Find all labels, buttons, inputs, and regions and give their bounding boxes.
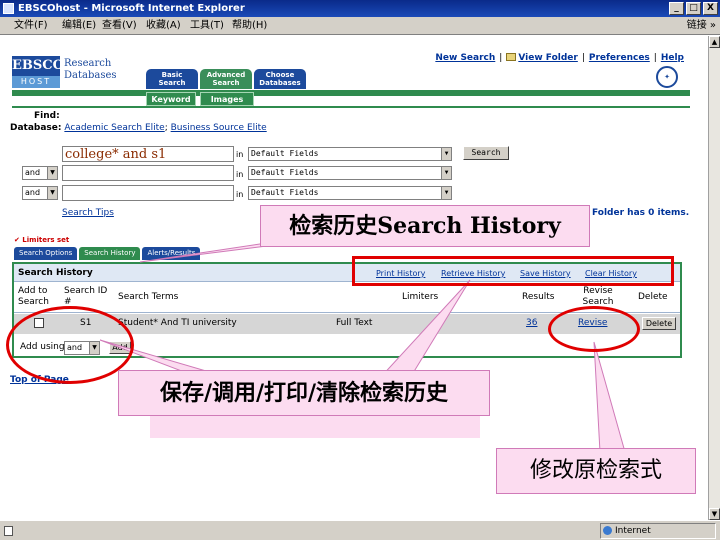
header-divider <box>12 106 690 108</box>
search-button[interactable]: Search <box>463 146 509 160</box>
logo-line-2: Databases <box>64 70 117 81</box>
sub-tabs: Keyword Images <box>146 92 708 106</box>
links-toolbar-button[interactable]: 链接 » <box>687 17 716 35</box>
field-select-3[interactable]: Default Fields ▼ <box>248 186 452 200</box>
tab-search-history[interactable]: Search History <box>79 247 141 260</box>
bool-select-2[interactable]: and ▼ <box>22 166 58 180</box>
logo-ebsco-text: EBSCO <box>12 56 64 76</box>
database-label: Database: <box>10 123 62 133</box>
database-link-academic[interactable]: Academic Search Elite <box>64 123 164 133</box>
find-label: Find: <box>34 111 60 121</box>
in-label-1: in <box>236 150 244 159</box>
ie-icon <box>3 3 14 14</box>
top-nav-links: New Search | View Folder | Preferences | Help <box>435 53 684 63</box>
menu-favorites[interactable]: 收藏(A) <box>146 17 181 35</box>
results-link[interactable]: 36 <box>526 318 537 328</box>
delete-button[interactable]: Delete <box>642 317 676 330</box>
window-controls: _ □ X <box>669 2 718 15</box>
revise-highlight <box>548 306 640 352</box>
menu-bar: 文件(F) 编辑(E) 查看(V) 收藏(A) 工具(T) 帮助(H) 链接 » <box>0 17 720 35</box>
globe-icon <box>603 526 612 535</box>
window-titlebar: EBSCOhost - Microsoft Internet Explorer … <box>0 0 720 17</box>
institution-seal-icon: ✦ <box>656 66 678 88</box>
tab-search-options[interactable]: Search Options <box>14 247 78 260</box>
chevron-down-icon: ▼ <box>47 187 57 199</box>
menu-view[interactable]: 查看(V) <box>102 17 137 35</box>
col-search-terms: Search Terms <box>118 292 179 302</box>
ebsco-logo: EBSCO HOST <box>12 56 64 92</box>
search-tips-link[interactable]: Search Tips <box>62 208 114 218</box>
tab-keyword[interactable]: Keyword <box>146 92 196 106</box>
col-add-to-search: Add to Search <box>18 286 49 307</box>
callout-search-history: 检索历史Search History <box>260 205 590 247</box>
chevron-down-icon: ▼ <box>441 167 451 179</box>
folder-icon <box>506 53 517 61</box>
database-separator: ; <box>164 123 168 133</box>
menu-file[interactable]: 文件(F) <box>14 17 48 35</box>
panel-tabs: Search Options Search History Alerts/Res… <box>14 247 201 260</box>
col-results: Results <box>522 292 555 302</box>
preferences-link[interactable]: Preferences <box>589 53 650 63</box>
tab-images[interactable]: Images <box>200 92 254 106</box>
field-select-2[interactable]: Default Fields ▼ <box>248 166 452 180</box>
in-label-2: in <box>236 170 244 179</box>
field-select-1[interactable]: Default Fields ▼ <box>248 147 452 161</box>
tab-choose-databases[interactable]: Choose Databases <box>254 69 306 89</box>
menu-edit[interactable]: 编辑(E) <box>62 17 96 35</box>
chevron-down-icon: ▼ <box>47 167 57 179</box>
scroll-up-icon[interactable]: ▲ <box>709 36 720 48</box>
search-query-input-3[interactable] <box>62 185 234 201</box>
col-limiters: Limiters <box>402 292 439 302</box>
vertical-scrollbar[interactable]: ▲ ▼ <box>708 36 720 520</box>
view-folder-link[interactable]: View Folder <box>518 53 577 63</box>
tab-advanced-search[interactable]: Advanced Search <box>200 69 252 89</box>
col-revise-search: Revise Search <box>582 286 614 307</box>
search-terms-cell: Student* And TI university <box>118 318 237 328</box>
page-icon <box>4 526 13 536</box>
history-links-highlight <box>352 256 674 286</box>
maximize-button[interactable]: □ <box>686 2 701 15</box>
logo-subtitle: Research Databases <box>64 58 117 82</box>
col-delete: Delete <box>638 292 668 302</box>
chevron-down-icon: ▼ <box>441 187 451 199</box>
new-search-link[interactable]: New Search <box>435 53 495 63</box>
limiters-cell: Full Text <box>336 318 373 328</box>
scroll-down-icon[interactable]: ▼ <box>709 508 720 520</box>
database-line: Database: Academic Search Elite; Busines… <box>10 123 267 133</box>
search-mode-tabs: Basic Search Advanced Search Choose Databas… <box>146 69 306 89</box>
database-link-business[interactable]: Business Source Elite <box>171 123 267 133</box>
col-search-id: Search ID # <box>64 286 108 307</box>
limiters-set-note: ✔ Limiters set <box>14 236 70 244</box>
in-label-3: in <box>236 190 244 199</box>
logo-line-1: Research <box>64 58 112 69</box>
help-link[interactable]: Help <box>661 53 684 63</box>
security-zone: Internet <box>600 523 716 539</box>
add-to-search-highlight <box>6 306 134 384</box>
menu-help[interactable]: 帮助(H) <box>232 17 267 35</box>
chevron-down-icon: ▼ <box>441 148 451 160</box>
minimize-button[interactable]: _ <box>669 2 684 15</box>
search-query-input-2[interactable] <box>62 165 234 181</box>
bool-select-3[interactable]: and ▼ <box>22 186 58 200</box>
callout-save-history: 保存/调用/打印/清除检索历史 <box>118 370 490 416</box>
window-title: EBSCOhost - Microsoft Internet Explorer <box>18 3 245 14</box>
tab-basic-search[interactable]: Basic Search <box>146 69 198 89</box>
status-bar: Internet <box>0 520 720 540</box>
close-button[interactable]: X <box>703 2 718 15</box>
zone-label: Internet <box>615 526 651 536</box>
search-history-title: Search History <box>18 268 93 278</box>
folder-note: Folder has 0 items. <box>592 208 690 218</box>
tab-alerts-results[interactable]: Alerts/Results <box>142 247 201 260</box>
menu-tools[interactable]: 工具(T) <box>190 17 224 35</box>
search-query-input[interactable]: college* and s1 <box>62 146 234 162</box>
callout-revise: 修改原检索式 <box>496 448 696 494</box>
logo-host-text: HOST <box>12 76 60 88</box>
